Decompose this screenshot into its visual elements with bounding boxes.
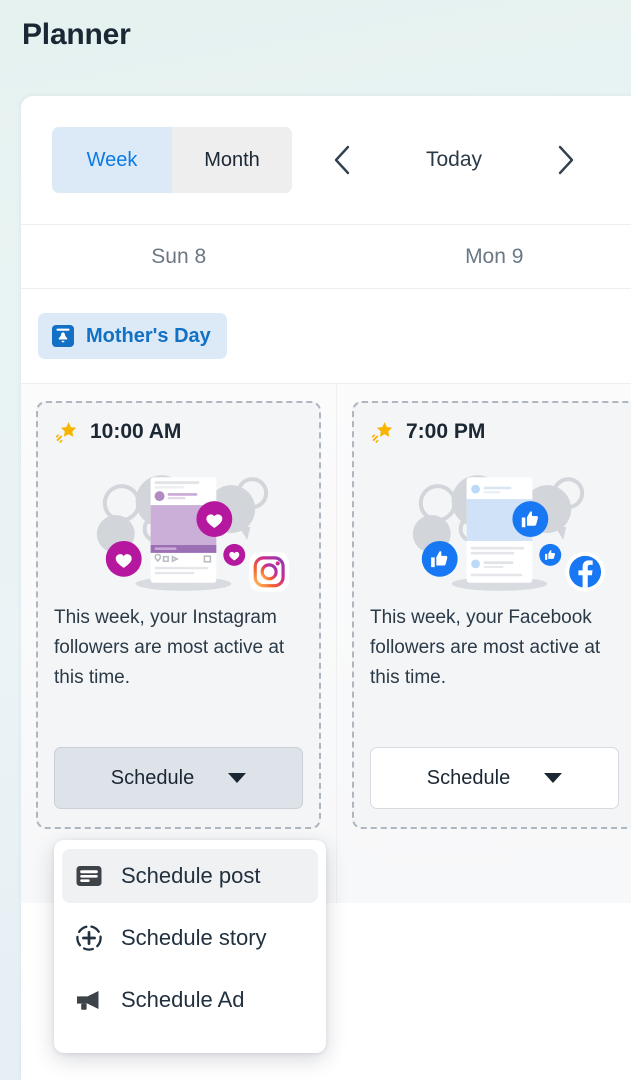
- today-button[interactable]: Today: [364, 148, 544, 172]
- day-header-mon[interactable]: Mon 9: [337, 225, 631, 288]
- megaphone-icon: [74, 985, 104, 1015]
- suggestion-time-row: 7:00 PM: [370, 419, 619, 445]
- view-toggle-group: Week Month: [52, 127, 292, 193]
- schedule-button-instagram[interactable]: Schedule: [54, 747, 303, 809]
- sparkle-icon: [54, 419, 80, 445]
- schedule-button-label: Schedule: [426, 766, 511, 789]
- menu-item-label: Schedule story: [121, 925, 267, 950]
- all-day-cell-sun: Mother's Day: [38, 313, 345, 359]
- calendar-toolbar: Week Month Today: [21, 96, 631, 224]
- menu-item-schedule-post[interactable]: Schedule post: [62, 849, 318, 903]
- suggestion-column-sun: 10:00 AM This week, your Instagram follo…: [21, 384, 336, 903]
- suggestion-column-mon: 7:00 PM This week, your Facebook followe…: [336, 384, 631, 903]
- instagram-engagement-illustration: [54, 457, 303, 597]
- app-header: Planner: [0, 0, 631, 96]
- chevron-down-icon: [544, 773, 563, 783]
- event-label: Mother's Day: [86, 324, 211, 347]
- post-card-icon: [74, 861, 104, 891]
- suggestion-time: 10:00 AM: [90, 420, 182, 443]
- tab-month[interactable]: Month: [172, 127, 292, 193]
- sparkle-icon: [370, 419, 396, 445]
- menu-item-schedule-ad[interactable]: Schedule Ad: [62, 973, 318, 1027]
- all-day-event-row: Mother's Day: [21, 288, 631, 383]
- date-navigation: Today: [320, 138, 588, 182]
- suggestion-time: 7:00 PM: [406, 420, 486, 443]
- chevron-right-icon[interactable]: [544, 138, 588, 182]
- story-plus-circle-icon: [74, 923, 104, 953]
- suggestion-card-instagram[interactable]: 10:00 AM This week, your Instagram follo…: [36, 401, 321, 829]
- schedule-button-label: Schedule: [110, 766, 195, 789]
- suggestion-text: This week, your Facebook followers are m…: [370, 607, 601, 688]
- day-header-sun[interactable]: Sun 8: [21, 225, 337, 288]
- facebook-engagement-illustration: [370, 457, 619, 597]
- menu-item-label: Schedule post: [121, 863, 261, 888]
- chevron-left-icon[interactable]: [320, 138, 364, 182]
- suggestion-time-row: 10:00 AM: [54, 419, 303, 445]
- suggestion-grid: 10:00 AM This week, your Instagram follo…: [21, 383, 631, 903]
- schedule-button-facebook[interactable]: Schedule: [370, 747, 619, 809]
- tab-week[interactable]: Week: [52, 127, 172, 193]
- suggestion-card-facebook[interactable]: 7:00 PM This week, your Facebook followe…: [352, 401, 631, 829]
- page-title: Planner: [22, 18, 131, 51]
- suggestion-text: This week, your Instagram followers are …: [54, 607, 285, 688]
- menu-item-schedule-story[interactable]: Schedule story: [62, 911, 318, 965]
- day-header-row: Sun 8 Mon 9: [21, 224, 631, 288]
- event-mothers-day[interactable]: Mother's Day: [38, 313, 227, 359]
- schedule-dropdown-menu: Schedule post Schedule story Schedule Ad: [54, 840, 326, 1053]
- chevron-down-icon: [228, 773, 247, 783]
- bell-badge-icon: [51, 324, 75, 348]
- menu-item-label: Schedule Ad: [121, 987, 245, 1012]
